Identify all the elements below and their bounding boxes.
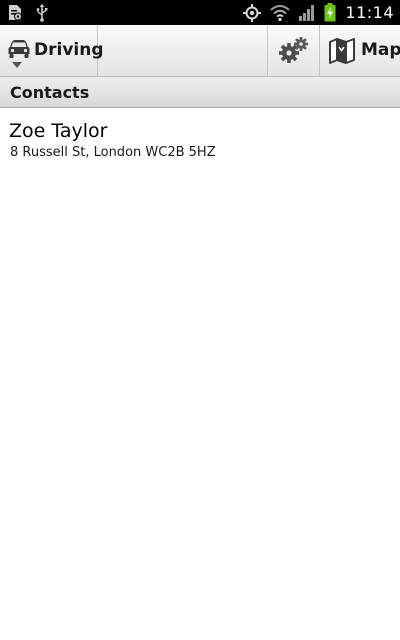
travel-mode-dropdown[interactable]: Driving — [0, 25, 104, 76]
section-title: Contacts — [10, 83, 90, 102]
usb-icon — [36, 3, 48, 22]
sd-card-settings-icon — [8, 4, 22, 21]
status-bar: 11:14 — [0, 0, 400, 25]
settings-button[interactable] — [267, 25, 320, 76]
car-icon — [8, 39, 30, 59]
dropdown-caret-icon — [12, 62, 22, 68]
signal-icon — [299, 4, 315, 21]
gps-icon — [243, 3, 262, 22]
map-icon — [329, 38, 355, 64]
contacts-section-header: Contacts — [0, 77, 400, 108]
map-label: Map — [361, 40, 400, 60]
wifi-icon — [270, 4, 291, 21]
contact-address: 8 Russell St, London WC2B 5HZ — [10, 145, 216, 160]
map-button[interactable]: Map — [320, 25, 400, 76]
battery-charging-icon — [324, 3, 336, 22]
contact-name: Zoe Taylor — [9, 120, 108, 142]
travel-mode-label: Driving — [34, 40, 104, 60]
status-time: 11:14 — [345, 3, 394, 22]
action-bar: Driving Map — [0, 25, 400, 77]
list-item[interactable]: Zoe Taylor 8 Russell St, London WC2B 5HZ — [0, 108, 400, 170]
settings-gears-icon — [279, 36, 309, 64]
